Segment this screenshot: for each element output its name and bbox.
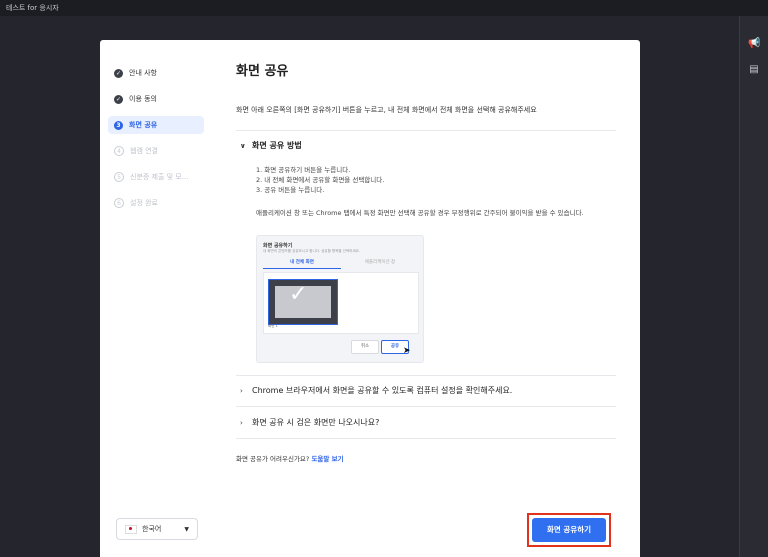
check-icon: ✓: [114, 68, 123, 78]
preview-tab-app: 애플리케이션 창: [364, 260, 396, 265]
screen-thumbnail: ✓: [268, 279, 338, 325]
chat-icon[interactable]: ▤: [748, 64, 760, 76]
accordion-chrome-settings[interactable]: › Chrome 브라우저에서 화면을 공유할 수 있도록 컴퓨터 설정을 확인…: [240, 385, 512, 396]
method-note: 애플리케이션 창 또는 Chrome 탭에서 특정 화면만 선택해 공유할 경우…: [256, 209, 584, 217]
language-select[interactable]: 한국어 ▼: [116, 518, 198, 540]
preview-tab-full: 내 전체 화면: [263, 258, 341, 269]
step-label: 화면 공유: [129, 121, 158, 129]
step-guide[interactable]: ✓ 안내 사항: [108, 64, 204, 82]
accordion-label: 화면 공유 시 검은 화면만 나오시나요?: [252, 418, 380, 427]
method-step: 3. 공유 버튼을 누릅니다.: [256, 186, 325, 194]
korea-flag-icon: [125, 524, 137, 534]
step-webcam: 4 웹캠 연결: [108, 142, 204, 160]
step-label: 이용 동의: [129, 95, 157, 103]
share-screen-button[interactable]: 화면 공유하기: [532, 518, 606, 542]
divider: [236, 130, 616, 131]
check-icon: ✓: [114, 94, 123, 104]
language-value: 한국어: [142, 525, 162, 533]
method-steps: 1. 화면 공유하기 버튼을 누릅니다. 2. 내 전체 화면에서 공유할 화면…: [256, 165, 384, 195]
step-label: 설정 완료: [130, 199, 158, 207]
step-number: 6: [114, 198, 124, 208]
accordion-black-screen[interactable]: › 화면 공유 시 검은 화면만 나오시나요?: [240, 417, 379, 428]
screen-label: 화면 1: [268, 324, 278, 328]
check-icon: ✓: [289, 282, 308, 307]
chevron-right-icon: ›: [240, 386, 243, 395]
step-number: 3: [114, 120, 123, 130]
cursor-icon: ➤: [403, 346, 411, 356]
step-consent[interactable]: ✓ 이용 동의: [108, 90, 204, 108]
accordion-label: Chrome 브라우저에서 화면을 공유할 수 있도록 컴퓨터 설정을 확인해주…: [252, 386, 513, 395]
help-question: 화면 공유가 어려우신가요?: [236, 455, 310, 463]
accordion-method[interactable]: ∨ 화면 공유 방법: [240, 140, 302, 151]
page-title: 화면 공유: [236, 64, 289, 79]
caret-down-icon: ▼: [184, 525, 189, 533]
megaphone-icon[interactable]: 📢: [748, 38, 760, 50]
help-text: 화면 공유가 어려우신가요? 도움말 보기: [236, 453, 344, 463]
preview-screen-list: ✓ 화면 1: [263, 272, 419, 334]
divider: [236, 406, 616, 407]
help-link[interactable]: 도움말 보기: [311, 455, 343, 463]
preview-cancel-button: 취소: [351, 340, 379, 354]
cta-highlight: 화면 공유하기: [527, 513, 611, 547]
step-id-submit: 5 신분증 제출 및 모...: [108, 168, 204, 186]
preview-subtitle: 내 화면의 콘텐츠를 공유하시고 합니다. 공유할 항목을 선택하세요.: [263, 249, 360, 253]
setup-card: ✓ 안내 사항 ✓ 이용 동의 3 화면 공유 4 웹캠 연결 5 신분증 제출…: [100, 40, 640, 557]
main-content: 화면 공유 화면 아래 오른쪽의 [화면 공유하기] 버튼을 누르고, 내 전체…: [218, 40, 640, 557]
divider: [236, 438, 616, 439]
step-number: 4: [114, 146, 124, 156]
step-screen-share[interactable]: 3 화면 공유: [108, 116, 204, 134]
page-description: 화면 아래 오른쪽의 [화면 공유하기] 버튼을 누르고, 내 전체 화면에서 …: [236, 106, 537, 114]
step-complete: 6 설정 완료: [108, 194, 204, 212]
step-label: 웹캠 연결: [130, 147, 158, 155]
chevron-down-icon: ∨: [240, 141, 246, 150]
step-number: 5: [114, 172, 124, 182]
method-step: 2. 내 전체 화면에서 공유할 화면을 선택합니다.: [256, 176, 385, 184]
step-label: 안내 사항: [129, 69, 157, 77]
accordion-label: 화면 공유 방법: [252, 141, 302, 150]
divider: [236, 375, 616, 376]
right-rail: 📢 ▤: [739, 16, 768, 557]
preview-title: 화면 공유하기: [263, 243, 293, 249]
step-sidebar: ✓ 안내 사항 ✓ 이용 동의 3 화면 공유 4 웹캠 연결 5 신분증 제출…: [100, 40, 218, 557]
method-step: 1. 화면 공유하기 버튼을 누릅니다.: [256, 166, 351, 174]
chevron-right-icon: ›: [240, 418, 243, 427]
step-label: 신분증 제출 및 모...: [130, 173, 189, 181]
window-title: 테스트 for 응시자: [0, 0, 768, 16]
share-dialog-preview: 화면 공유하기 내 화면의 콘텐츠를 공유하시고 합니다. 공유할 항목을 선택…: [256, 235, 424, 363]
